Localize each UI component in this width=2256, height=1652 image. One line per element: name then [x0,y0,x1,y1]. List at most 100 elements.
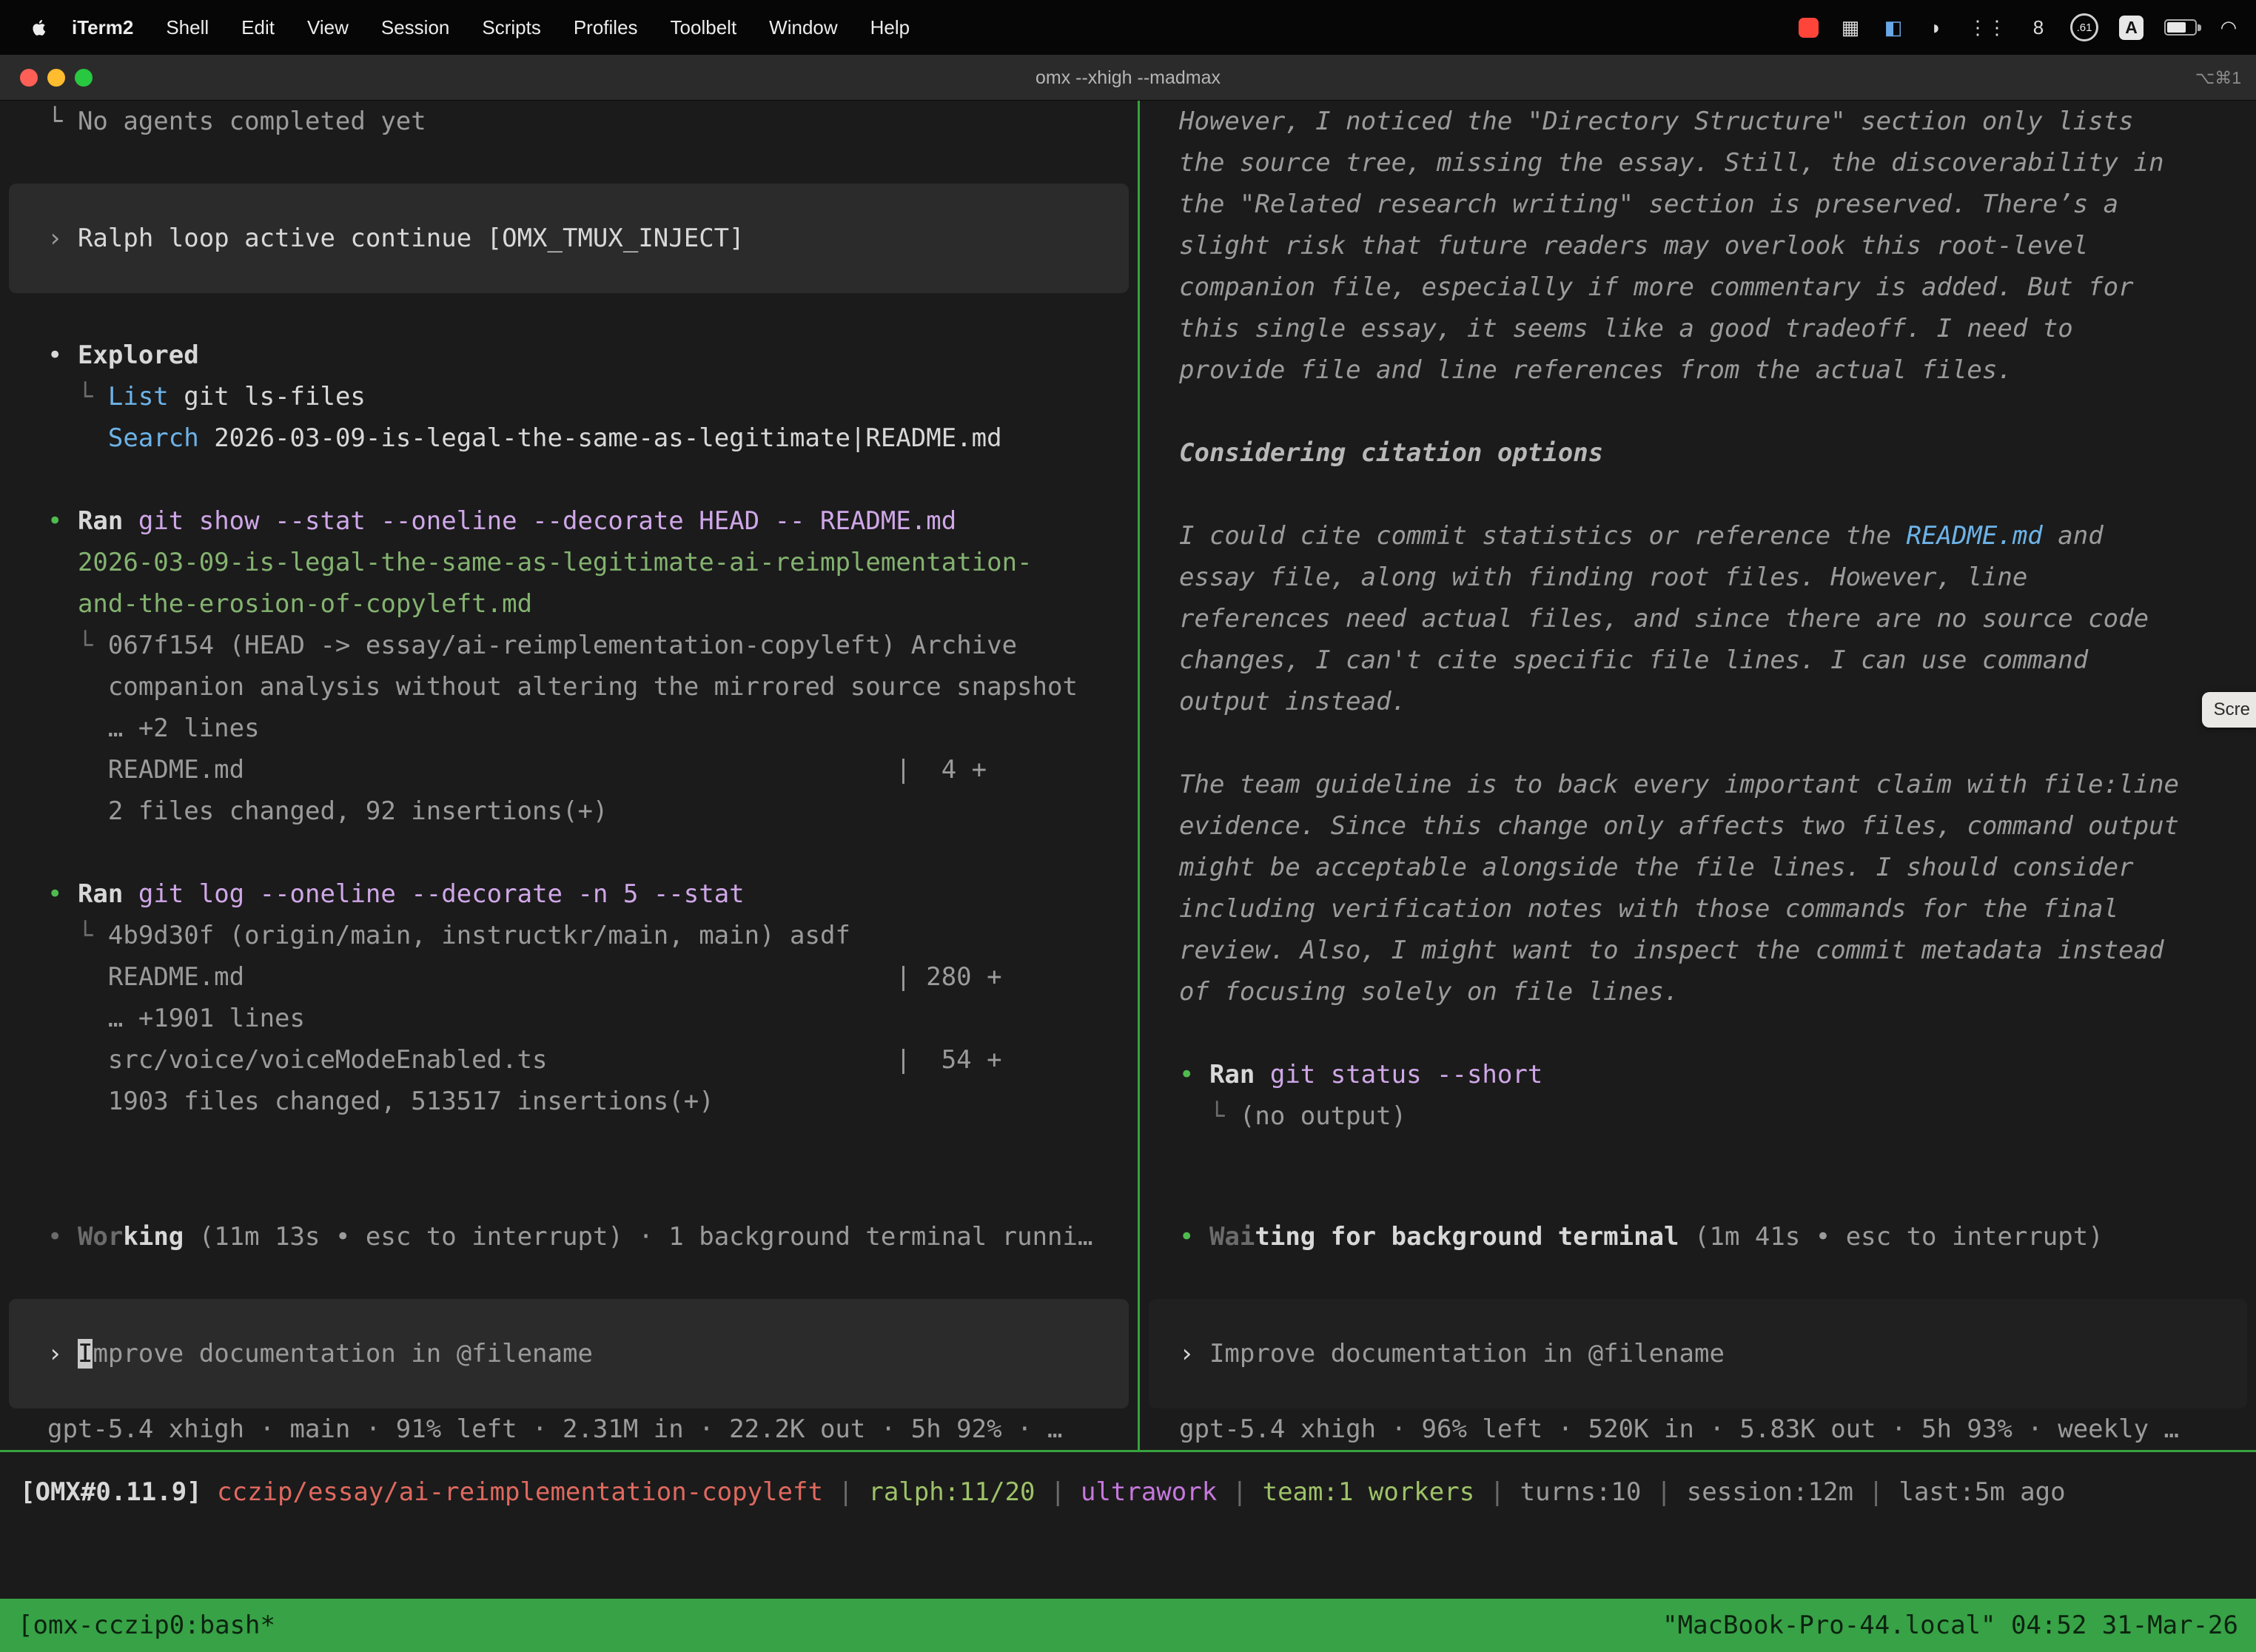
blank-line [0,832,1138,873]
title-bar[interactable]: omx --xhigh --madmax ⌥⌘1 [0,55,2256,101]
blank-line [0,293,1138,335]
menu-bar: iTerm2 ShellEditViewSessionScriptsProfil… [0,0,2256,55]
waiting-status: • Waiting for background terminal (1m 41… [1140,1216,2256,1258]
left-terminal-pane[interactable]: └ No agents completed yet › Ralph loop a… [0,101,1138,1450]
menu-item-session[interactable]: Session [365,16,466,39]
terminal-line: src/voice/voiceModeEnabled.ts | 54 + [0,1039,1138,1081]
ralph-loop-banner[interactable]: › Ralph loop active continue [OMX_TMUX_I… [9,184,1129,293]
blank-line [1140,474,2256,515]
terminal-line: However, I noticed the "Directory Struct… [1140,101,2256,142]
terminal-line: • Ran git status --short [1140,1054,2256,1095]
terminal-line: including verification notes with those … [1140,888,2256,930]
blank-line [1140,391,2256,432]
tmux-panes: └ No agents completed yet › Ralph loop a… [0,101,2256,1450]
terminal-line: README.md | 280 + [0,956,1138,998]
menu-status-icons: ▦ ◧ ◗ ⋮⋮ 8 .61 A ◠ [1799,13,2256,41]
window-title: omx --xhigh --madmax [0,55,2256,101]
right-pane-scrollback: However, I noticed the "Directory Struct… [1140,101,2256,1137]
terminal-line: review. Also, I might want to inspect th… [1140,930,2256,971]
terminal-line: README.md | 4 + [0,749,1138,790]
terminal-line: 1903 files changed, 513517 insertions(+) [0,1081,1138,1122]
screen-recording-indicator-icon[interactable] [1799,18,1819,38]
screen: iTerm2 ShellEditViewSessionScriptsProfil… [0,0,2256,1652]
menu-item-shell[interactable]: Shell [150,16,225,39]
left-pane-footer: • Working (11m 13s • esc to interrupt) ·… [0,1216,1138,1450]
thinking-header: Considering citation options [1140,432,2256,474]
tmux-status-bar: [omx-cczip0:bash* "MacBook-Pro-44.local"… [0,1599,2256,1652]
terminal-line: the source tree, missing the essay. Stil… [1140,142,2256,184]
blank-line [1140,1013,2256,1054]
terminal-line: this single essay, it seems like a good … [1140,308,2256,349]
menu-items: ShellEditViewSessionScriptsProfilesToolb… [150,0,926,55]
terminal-line: I could cite commit statistics or refere… [1140,515,2256,557]
terminal-line: … +2 lines [0,708,1138,749]
screen-sharing-tab[interactable]: Scre [2202,692,2256,728]
omx-status-lines: [OMX#0.11.9] cczip/essay/ai-reimplementa… [0,1471,2256,1513]
right-terminal-pane[interactable]: However, I noticed the "Directory Struct… [1140,101,2256,1450]
session-stats: gpt-5.4 xhigh · main · 91% left · 2.31M … [0,1408,1138,1450]
terminal-line: references need actual files, and since … [1140,598,2256,639]
wifi-icon[interactable]: ◠ [2218,16,2240,39]
menu-item-view[interactable]: View [291,16,365,39]
terminal-line: └ 4b9d30f (origin/main, instructkr/main,… [0,915,1138,956]
terminal-line: └ List git ls-files [0,376,1138,417]
session-stats: gpt-5.4 xhigh · 96% left · 520K in · 5.8… [1140,1408,2256,1450]
pane-spacer [1140,1137,2256,1216]
blank-line [1140,722,2256,764]
menu-bar-left: iTerm2 ShellEditViewSessionScriptsProfil… [0,0,926,55]
terminal-line: essay file, along with finding root file… [1140,557,2256,598]
terminal-line: … +1901 lines [0,998,1138,1039]
right-pane-footer: • Waiting for background terminal (1m 41… [1140,1216,2256,1450]
blank-line [0,142,1138,184]
menu-item-window[interactable]: Window [753,16,853,39]
omx-status-bar: [OMX#0.11.9] cczip/essay/ai-reimplementa… [0,1452,2256,1599]
apple-menu-icon[interactable] [30,18,50,38]
terminal-line: the "Related research writing" section i… [1140,184,2256,225]
terminal-line: • Ran git log --oneline --decorate -n 5 … [0,873,1138,915]
terminal-line: changes, I can't cite specific file line… [1140,639,2256,681]
input-source-icon[interactable]: A [2119,16,2143,40]
menu-item-help[interactable]: Help [854,16,926,39]
window-grid-icon[interactable]: ▦ [1839,16,1861,39]
color-meter-icon[interactable]: ◧ [1882,16,1904,39]
text-cursor: I [78,1339,93,1369]
terminal-line: 2026-03-09-is-legal-the-same-as-legitima… [0,542,1138,583]
prompt-input[interactable]: › Improve documentation in @filename [9,1299,1129,1408]
window-shortcut-hint: ⌥⌘1 [2195,55,2241,101]
terminal-line: • Explored [0,335,1138,376]
menu-item-toolbelt[interactable]: Toolbelt [654,16,753,39]
menu-item-profiles[interactable]: Profiles [557,16,654,39]
terminal-line: └ 067f154 (HEAD -> essay/ai-reimplementa… [0,625,1138,666]
tmux-host-clock: "MacBook-Pro-44.local" 04:52 31-Mar-26 [1662,1611,2238,1640]
battery-icon[interactable] [2164,19,2197,36]
terminal-line: companion analysis without altering the … [0,666,1138,708]
apps-grid-icon[interactable]: ⋮⋮ [1968,16,2007,39]
blank-line [0,1258,1138,1299]
pane-spacer [0,1122,1138,1216]
terminal-line: and-the-erosion-of-copyleft.md [0,583,1138,625]
media-status-icon[interactable]: ◗ [1925,16,1947,39]
blank-line [0,459,1138,500]
keyboard-layout-icon[interactable]: 8 [2027,16,2049,39]
left-pane-scrollback: └ No agents completed yet › Ralph loop a… [0,101,1138,1122]
terminal-line: Search 2026-03-09-is-legal-the-same-as-l… [0,417,1138,459]
terminal-area: └ No agents completed yet › Ralph loop a… [0,101,2256,1652]
prompt-input[interactable]: › Improve documentation in @filename [1149,1299,2247,1408]
menu-item-edit[interactable]: Edit [225,16,291,39]
terminal-line: of focusing solely on file lines. [1140,971,2256,1013]
blank-line [1140,1258,2256,1299]
terminal-line: 2 files changed, 92 insertions(+) [0,790,1138,832]
terminal-line: companion file, especially if more comme… [1140,266,2256,308]
terminal-line: evidence. Since this change only affects… [1140,805,2256,847]
terminal-line: The team guideline is to back every impo… [1140,764,2256,805]
working-status: • Working (11m 13s • esc to interrupt) ·… [0,1216,1138,1258]
menu-app-name[interactable]: iTerm2 [56,16,150,39]
battery-gauge-icon[interactable]: .61 [2070,13,2098,41]
menu-item-scripts[interactable]: Scripts [466,16,557,39]
omx-status-line: [OMX#0.11.9] cczip/essay/ai-reimplementa… [0,1471,2256,1513]
terminal-line: └ No agents completed yet [0,101,1138,142]
terminal-line: slight risk that future readers may over… [1140,225,2256,266]
terminal-line: provide file and line references from th… [1140,349,2256,391]
terminal-line: output instead. [1140,681,2256,722]
terminal-line: └ (no output) [1140,1095,2256,1137]
